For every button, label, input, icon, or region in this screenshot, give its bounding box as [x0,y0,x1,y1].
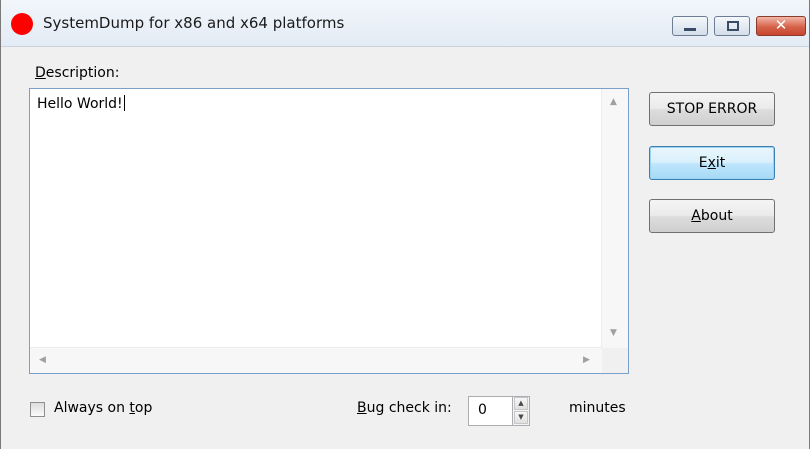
always-on-top-label-pre: Always on [54,400,130,416]
always-on-top-label[interactable]: Always on top [54,400,152,416]
about-label-accel: A [691,208,701,224]
minimize-icon [684,28,696,31]
scroll-left-icon[interactable]: ◀ [39,356,46,365]
scroll-right-icon[interactable]: ▶ [583,356,590,365]
minutes-label: minutes [569,400,626,416]
description-label: Description: [35,65,119,81]
exit-button[interactable]: Exit [649,146,775,180]
scrollbar-corner [602,348,628,373]
stop-error-button[interactable]: STOP ERROR [649,92,775,126]
description-label-rest: escription: [45,65,120,81]
spin-up-icon[interactable]: ▲ [514,397,528,410]
text-caret [123,95,125,111]
red-circle-icon [11,13,33,35]
description-label-accel: D [35,65,46,81]
description-value: Hello World! [37,96,123,112]
exit-label-post: it [715,155,726,171]
bug-check-minutes-input[interactable]: 0 [468,396,513,426]
exit-label-pre: E [698,155,708,171]
horizontal-scrollbar[interactable]: ◀ ▶ [30,347,602,373]
always-on-top-label-post: op [134,400,153,416]
bug-check-spinner: ▲ ▼ [512,396,530,426]
description-textarea[interactable]: Hello World! ▲ ▼ ◀ ▶ [29,88,629,374]
window-title: SystemDump for x86 and x64 platforms [43,14,345,32]
vertical-scrollbar[interactable]: ▲ ▼ [601,89,628,348]
always-on-top-checkbox[interactable] [30,402,45,417]
bug-check-label-rest: ug check in: [366,400,452,416]
close-icon: ✕ [774,16,788,34]
bug-check-label-accel: B [357,400,367,416]
exit-label-accel: x [707,155,716,171]
close-button[interactable]: ✕ [756,16,806,36]
maximize-icon [727,21,739,31]
description-text: Hello World! [37,95,125,112]
scroll-up-icon[interactable]: ▲ [610,98,617,107]
minimize-button[interactable] [672,16,708,36]
systemdump-window: SystemDump for x86 and x64 platforms ✕ D… [0,0,810,449]
about-button[interactable]: About [649,199,775,233]
scroll-down-icon[interactable]: ▼ [610,329,617,338]
about-label-rest: bout [700,208,733,224]
bug-check-label: Bug check in: [357,400,452,416]
spin-down-icon[interactable]: ▼ [514,411,528,424]
title-bar[interactable]: SystemDump for x86 and x64 platforms ✕ [1,0,809,47]
maximize-button[interactable] [714,16,750,36]
